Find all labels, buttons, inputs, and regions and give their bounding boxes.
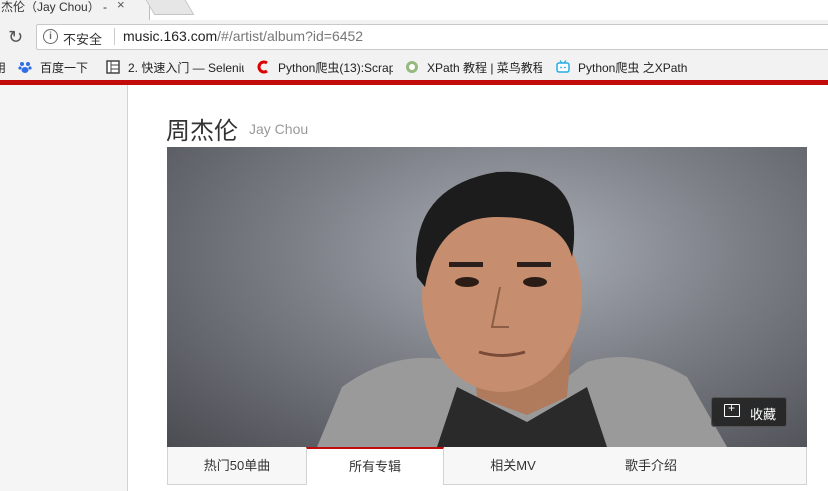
baidu-paw-icon bbox=[18, 62, 32, 73]
bookmark-scrapy[interactable]: Python爬虫(13):Scrapy bbox=[256, 59, 393, 76]
bookmark-label: Python爬虫 之XPath bbox=[578, 61, 688, 75]
artist-name: 周杰伦 bbox=[166, 118, 238, 145]
url-host: music.163.com bbox=[123, 28, 218, 44]
c-logo-icon bbox=[257, 60, 268, 74]
info-icon[interactable]: i bbox=[43, 29, 58, 44]
tab-top50-songs[interactable]: 热门50单曲 bbox=[168, 447, 306, 485]
security-label[interactable]: 不安全 bbox=[63, 29, 102, 48]
runoob-icon bbox=[406, 61, 418, 73]
add-folder-icon bbox=[724, 401, 740, 417]
new-tab-button[interactable] bbox=[145, 0, 195, 15]
favorite-button[interactable]: 收藏 bbox=[711, 397, 787, 427]
bookmark-label: Python爬虫(13):Scrapy bbox=[278, 61, 393, 75]
bookmark-xpath-bilibili[interactable]: Python爬虫 之XPath bbox=[556, 59, 694, 76]
left-sidebar bbox=[0, 85, 128, 491]
bookmark-apps[interactable]: 用 bbox=[0, 59, 12, 76]
bookmark-selenium[interactable]: 2. 快速入门 — Selenium bbox=[106, 59, 244, 76]
favorite-label: 收藏 bbox=[750, 407, 777, 422]
bookmark-baidu[interactable]: 百度一下 bbox=[18, 59, 96, 76]
url-path: /#/artist/album?id=6452 bbox=[217, 28, 364, 44]
artist-tabs: 热门50单曲 所有专辑 相关MV 歌手介绍 bbox=[167, 447, 807, 485]
browser-tab-strip: 杰伦（Jay Chou） - 网 × bbox=[0, 0, 828, 20]
browser-toolbar: ↻ i 不安全 music.163.com/#/artist/album?id=… bbox=[0, 20, 828, 54]
bilibili-icon bbox=[556, 60, 570, 73]
url-text[interactable]: music.163.com/#/artist/album?id=6452 bbox=[123, 28, 363, 44]
bookmark-label: 用 bbox=[0, 61, 7, 75]
bookmark-label: 2. 快速入门 — Selenium bbox=[128, 61, 244, 75]
address-bar[interactable]: i 不安全 music.163.com/#/artist/album?id=64… bbox=[36, 24, 828, 50]
bookmark-xpath[interactable]: XPath 教程 | 菜鸟教程 bbox=[405, 59, 542, 76]
divider bbox=[114, 28, 115, 45]
artist-english-name: Jay Chou bbox=[249, 121, 309, 137]
browser-tab-title: 杰伦（Jay Chou） - 网 bbox=[1, 0, 111, 14]
browser-tab[interactable]: 杰伦（Jay Chou） - 网 × bbox=[0, 0, 150, 20]
document-icon bbox=[106, 60, 120, 74]
tab-related-mv[interactable]: 相关MV bbox=[444, 447, 582, 485]
artist-photo: 收藏 bbox=[167, 147, 807, 447]
bookmark-label: 百度一下 bbox=[40, 61, 89, 75]
close-icon[interactable]: × bbox=[117, 0, 125, 12]
tab-all-albums[interactable]: 所有专辑 bbox=[306, 447, 444, 485]
bookmarks-bar: 用 百度一下 2. 快速入门 — Selenium Python爬虫(13):S… bbox=[0, 54, 828, 80]
tab-artist-intro[interactable]: 歌手介绍 bbox=[582, 447, 720, 485]
reload-icon[interactable]: ↻ bbox=[8, 27, 23, 47]
bookmark-label: XPath 教程 | 菜鸟教程 bbox=[427, 61, 542, 75]
